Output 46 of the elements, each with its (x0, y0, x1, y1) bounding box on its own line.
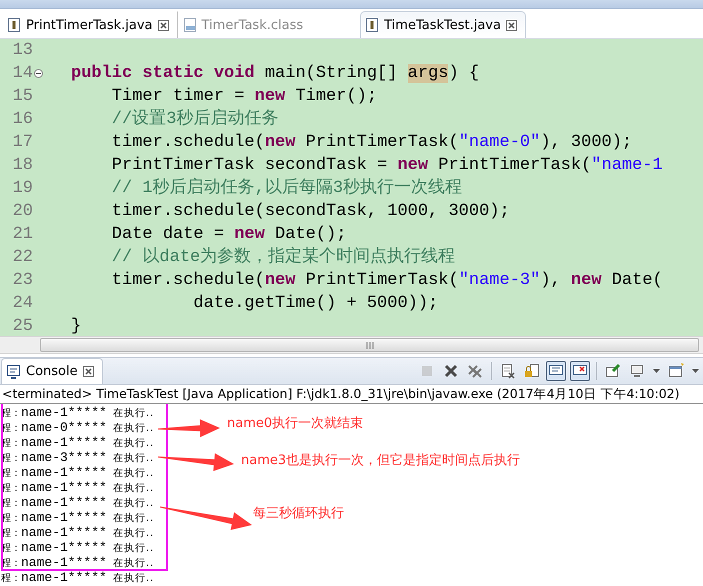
code-line: timer.schedule(secondTask, 1000, 3000); (110, 201, 510, 223)
console-icon (6, 364, 21, 379)
console-status: <terminated> TimeTaskTest [Java Application] F:\jdk1.8.0_31\jre\bin\javaw.exe (2017年4月10日 下午4:10:02) (0, 385, 703, 404)
line-number: 25 (12, 316, 33, 336)
editor-tab[interactable]: TimeTaskTest.java (360, 11, 526, 38)
code-line: //设置3秒后启动任务 (110, 108, 278, 131)
horizontal-scrollbar[interactable] (0, 336, 703, 354)
line-number: 14 (12, 63, 33, 85)
line-number: 15 (12, 86, 33, 108)
grip-icon (366, 342, 374, 348)
code-line: timer.schedule(new PrintTimerTask("name-0"), 3000); (110, 132, 632, 154)
console-tab[interactable]: Console (1, 358, 103, 384)
editor-tab[interactable]: PrintTimerTask.java (2, 11, 178, 38)
line-number: 21 (12, 224, 33, 246)
code-line: public static void main(String[] args) { (71, 63, 480, 85)
code-editor[interactable] (0, 39, 703, 336)
line-number: 13 (12, 40, 33, 62)
tab-label: TimerTask.class (202, 18, 304, 32)
code-line: // 1秒后启动任务,以后每隔3秒执行一次线程 (110, 177, 462, 200)
code-line: // 以date为参数，指定某个时间点执行线程 (110, 246, 456, 269)
class-file-icon (182, 17, 196, 33)
close-icon (82, 366, 94, 377)
toolbar-button[interactable] (651, 367, 662, 375)
code-line: timer.schedule(new PrintTimerTask("name-3"), new Date( (110, 270, 663, 292)
line-number: 23 (12, 270, 33, 292)
code-line: date.getTime() + 5000)); (192, 293, 438, 315)
annotation-text: name3也是执行一次，但它是指定时间点后执行 (241, 452, 520, 469)
line-number: 18 (12, 155, 33, 177)
java-file-icon (7, 17, 21, 33)
toolbar-button[interactable] (690, 367, 701, 375)
code-line: Timer timer = new Timer(); (110, 86, 378, 108)
line-number: 17 (12, 132, 33, 154)
code-line: Date date = new Date(); (110, 224, 346, 246)
scrollbar-thumb[interactable] (40, 338, 699, 352)
line-number: 19 (12, 178, 33, 200)
java-file-icon (365, 17, 380, 33)
annotation-text: name0执行一次就结束 (227, 415, 364, 432)
console-line: 程：name-1***** 在执行.. (1, 570, 154, 585)
line-number: 24 (12, 293, 33, 315)
annotation-text: 每三秒循环执行 (253, 505, 344, 522)
code-line: } (71, 316, 82, 336)
code-line: PrintTimerTask secondTask = new PrintTimerTask("name-1 (110, 155, 663, 177)
arrow (158, 419, 220, 438)
line-number: 16 (12, 109, 33, 131)
line-number: 22 (12, 247, 33, 269)
line-number: 20 (12, 201, 33, 223)
